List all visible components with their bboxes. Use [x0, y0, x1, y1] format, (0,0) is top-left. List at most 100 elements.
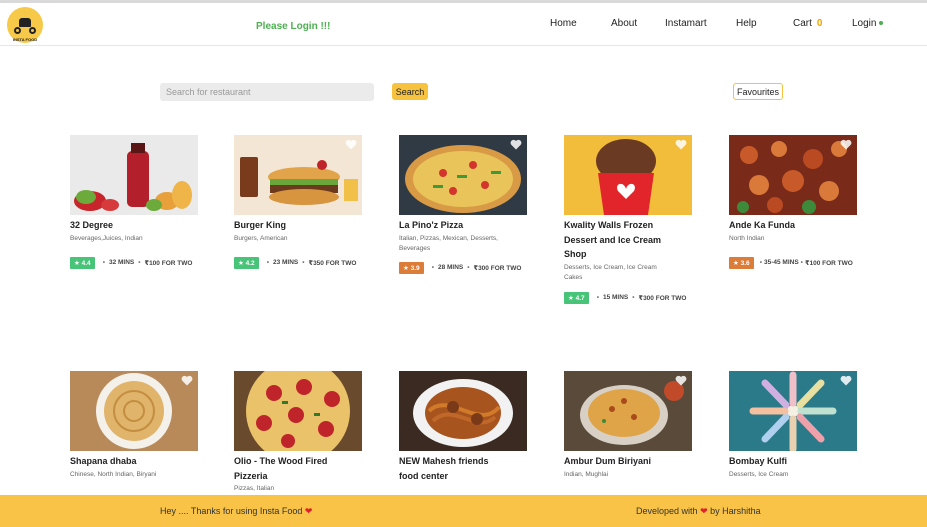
red-heart-icon: ❤	[304, 506, 313, 516]
restaurant-name: Shapana dhaba	[70, 456, 137, 466]
delivery-time: 23 MINS	[272, 259, 299, 266]
favourite-heart-icon[interactable]	[840, 375, 852, 386]
restaurant-card[interactable]: Ambur Dum Biriyani Indian, Mughlai	[564, 371, 694, 480]
restaurant-card[interactable]: Bombay Kulfi Desserts, Ice Cream	[729, 371, 859, 480]
restaurant-card[interactable]: Ande Ka Funda North Indian ★ 3.6 • 35-45…	[729, 135, 859, 269]
header: INSTA FOOD Please Login !!! Home About I…	[0, 3, 927, 46]
restaurant-name: Bombay Kulfi	[729, 456, 788, 466]
footer-author-text: by Harshitha	[710, 506, 761, 516]
restaurant-image	[70, 135, 198, 215]
cost-for-two: ₹350 FOR TWO	[308, 259, 357, 267]
restaurant-cuisines: North Indian	[729, 234, 765, 242]
restaurant-cuisines: Italian, Pizzas, Mexican, Desserts, Beve…	[399, 234, 498, 252]
restaurant-meta: ★ 4.2 • 23 MINS • ₹350 FOR TWO	[234, 256, 364, 269]
footer-thanks: Hey .... Thanks for using Insta Food ❤	[160, 506, 312, 517]
restaurant-cuisines: Chinese, North Indian, Biryani	[70, 470, 157, 478]
online-status-dot	[879, 21, 884, 26]
restaurant-name: Olio - The Wood Fired Pizzeria	[234, 456, 328, 481]
restaurant-image	[234, 135, 362, 215]
cost-for-two: ₹300 FOR TWO	[638, 294, 687, 302]
separator-dot: •	[266, 259, 269, 266]
delivery-time: 15 MINS	[602, 294, 629, 301]
cost-for-two: ₹100 FOR TWO	[804, 259, 853, 267]
restaurant-meta: ★ 4.7 • 15 MINS • ₹300 FOR TWO	[564, 291, 694, 304]
restaurant-card[interactable]: La Pino'z Pizza Italian, Pizzas, Mexican…	[399, 135, 529, 274]
restaurant-name: Ande Ka Funda	[729, 220, 796, 230]
login-label: Login	[852, 18, 877, 29]
restaurant-card[interactable]: Burger King Burgers, American ★ 4.2 • 23…	[234, 135, 364, 269]
favourite-heart-icon[interactable]	[675, 375, 687, 386]
separator-dot: •	[138, 259, 141, 266]
nav-home-link[interactable]: Home	[550, 18, 577, 29]
restaurant-card[interactable]: Olio - The Wood Fired Pizzeria Pizzas, I…	[234, 371, 364, 494]
rating-badge: ★ 3.6	[729, 256, 754, 269]
favourite-heart-icon[interactable]	[675, 139, 687, 150]
restaurant-meta: ★ 3.9 • 28 MINS • ₹300 FOR TWO	[399, 261, 529, 274]
restaurant-card[interactable]: 32 Degree Beverages,Juices, Indian ★ 4.4…	[70, 135, 200, 269]
nav-login-link[interactable]: Login	[852, 18, 884, 29]
restaurant-image	[564, 371, 692, 451]
favourites-button[interactable]: Favourites	[733, 83, 783, 100]
red-heart-icon: ❤	[700, 506, 708, 516]
nav-cart-link[interactable]: Cart 0	[793, 18, 822, 29]
delivery-time: 32 MINS	[108, 259, 135, 266]
rating-badge: ★ 3.9	[399, 261, 424, 274]
nav-help-link[interactable]: Help	[736, 18, 757, 29]
restaurant-name: Ambur Dum Biriyani	[564, 456, 652, 466]
rating-value: 3.9	[410, 264, 420, 272]
restaurant-cuisines: Desserts, Ice Cream, Ice Cream Cakes	[564, 263, 657, 281]
restaurant-name: Kwality Walls Frozen Dessert and Ice Cre…	[564, 220, 662, 259]
separator-dot: •	[800, 259, 803, 266]
restaurant-name: 32 Degree	[70, 220, 114, 230]
nav-about-link[interactable]: About	[611, 18, 637, 29]
restaurant-image	[729, 371, 857, 451]
rating-badge: ★ 4.4	[70, 256, 95, 269]
cost-for-two: ₹300 FOR TWO	[473, 264, 522, 272]
search-button[interactable]: Search	[392, 83, 428, 100]
footer-thanks-text: Hey .... Thanks for using Insta Food	[160, 506, 303, 516]
restaurant-cuisines: Desserts, Ice Cream	[729, 470, 789, 478]
restaurant-image	[399, 371, 527, 451]
delivery-time: 35-45 MINS	[763, 259, 799, 266]
rating-value: 4.7	[575, 294, 585, 302]
app-logo[interactable]: INSTA FOOD	[7, 7, 43, 43]
delivery-time: 28 MINS	[437, 264, 464, 271]
restaurant-card[interactable]: Shapana dhaba Chinese, North Indian, Bir…	[70, 371, 200, 480]
cart-label: Cart	[793, 18, 812, 29]
restaurant-meta: ★ 3.6 • 35-45 MINS • ₹100 FOR TWO	[729, 256, 859, 269]
restaurant-cuisines: Pizzas, Italian	[234, 485, 275, 492]
separator-dot: •	[302, 259, 305, 266]
favourite-heart-icon[interactable]	[181, 375, 193, 386]
restaurant-card[interactable]: Kwality Walls Frozen Dessert and Ice Cre…	[564, 135, 694, 304]
restaurant-cuisines: Indian, Mughlai	[564, 470, 609, 478]
search-input[interactable]	[160, 83, 374, 101]
favourite-heart-icon[interactable]	[345, 139, 357, 150]
separator-dot: •	[759, 259, 762, 266]
nav-instamart-link[interactable]: Instamart	[665, 18, 707, 29]
restaurant-image	[399, 135, 527, 215]
rating-value: 4.2	[245, 259, 255, 267]
footer-credits: Developed with ❤ by Harshitha	[636, 506, 761, 517]
favourite-heart-icon[interactable]	[840, 139, 852, 150]
restaurant-image	[729, 135, 857, 215]
restaurant-image	[234, 371, 362, 451]
login-message: Please Login !!!	[256, 21, 331, 32]
separator-dot: •	[596, 294, 599, 301]
restaurant-image	[70, 371, 198, 451]
restaurant-cuisines: Beverages,Juices, Indian	[70, 234, 143, 242]
rating-badge: ★ 4.2	[234, 256, 259, 269]
cost-for-two: ₹100 FOR TWO	[144, 259, 193, 267]
restaurant-card[interactable]: NEW Mahesh friends food center	[399, 371, 529, 484]
separator-dot: •	[102, 259, 105, 266]
rating-value: 4.4	[81, 259, 91, 267]
logo-text: INSTA FOOD	[12, 37, 38, 42]
footer-developed-text: Developed with	[636, 506, 698, 516]
rating-value: 3.6	[740, 259, 750, 267]
footer: Hey .... Thanks for using Insta Food ❤ D…	[0, 495, 927, 527]
favourite-heart-icon[interactable]	[510, 139, 522, 150]
restaurant-cuisines: Burgers, American	[234, 234, 288, 242]
separator-dot: •	[467, 264, 470, 271]
separator-dot: •	[431, 264, 434, 271]
restaurant-name: La Pino'z Pizza	[399, 220, 464, 230]
restaurant-name: NEW Mahesh friends food center	[399, 456, 489, 481]
